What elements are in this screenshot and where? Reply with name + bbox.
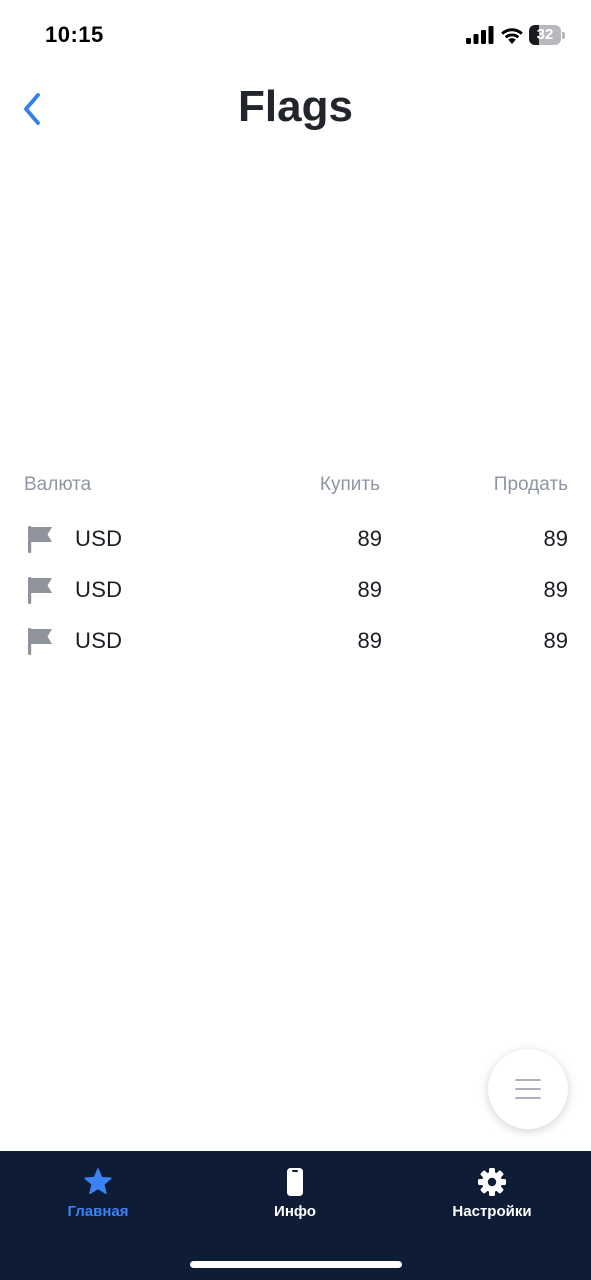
menu-icon (515, 1079, 541, 1099)
column-header-currency: Валюта (24, 474, 92, 495)
table-header: Валюта Купить Продать (0, 474, 591, 500)
flag-icon (28, 577, 52, 604)
table-row[interactable]: USD 89 89 (0, 569, 591, 613)
tab-label: Настройки (452, 1203, 532, 1220)
menu-fab-button[interactable] (488, 1049, 568, 1129)
gear-icon (478, 1168, 506, 1196)
sell-rate: 89 (543, 526, 568, 551)
status-time: 10:15 (45, 22, 104, 47)
table-row[interactable]: USD 89 89 (0, 620, 591, 664)
home-indicator (190, 1261, 402, 1268)
tab-info[interactable]: Инфо (215, 1167, 375, 1227)
wifi-icon (501, 28, 523, 44)
currency-code: USD (75, 526, 123, 551)
buy-rate: 89 (357, 628, 382, 653)
tab-home[interactable]: Главная (18, 1167, 178, 1227)
tab-label: Инфо (274, 1203, 316, 1220)
buy-rate: 89 (357, 577, 382, 602)
currency-code: USD (75, 577, 123, 602)
tab-settings[interactable]: Настройки (412, 1167, 572, 1227)
cellular-signal-icon (466, 26, 494, 44)
flag-icon (28, 526, 52, 553)
star-icon (84, 1168, 112, 1195)
status-bar: 10:15 32 (0, 0, 591, 70)
battery-level: 32 (536, 26, 554, 43)
buy-rate: 89 (357, 526, 382, 551)
tab-label: Главная (67, 1203, 129, 1220)
phone-icon (287, 1168, 303, 1196)
battery-icon: 32 (529, 25, 565, 45)
flag-icon (28, 628, 52, 655)
sell-rate: 89 (543, 628, 568, 653)
sell-rate: 89 (543, 577, 568, 602)
column-header-sell: Продать (493, 474, 568, 495)
column-header-buy: Купить (319, 474, 380, 495)
currency-code: USD (75, 628, 123, 653)
page-title: Flags (238, 82, 353, 131)
table-row[interactable]: USD 89 89 (0, 518, 591, 562)
